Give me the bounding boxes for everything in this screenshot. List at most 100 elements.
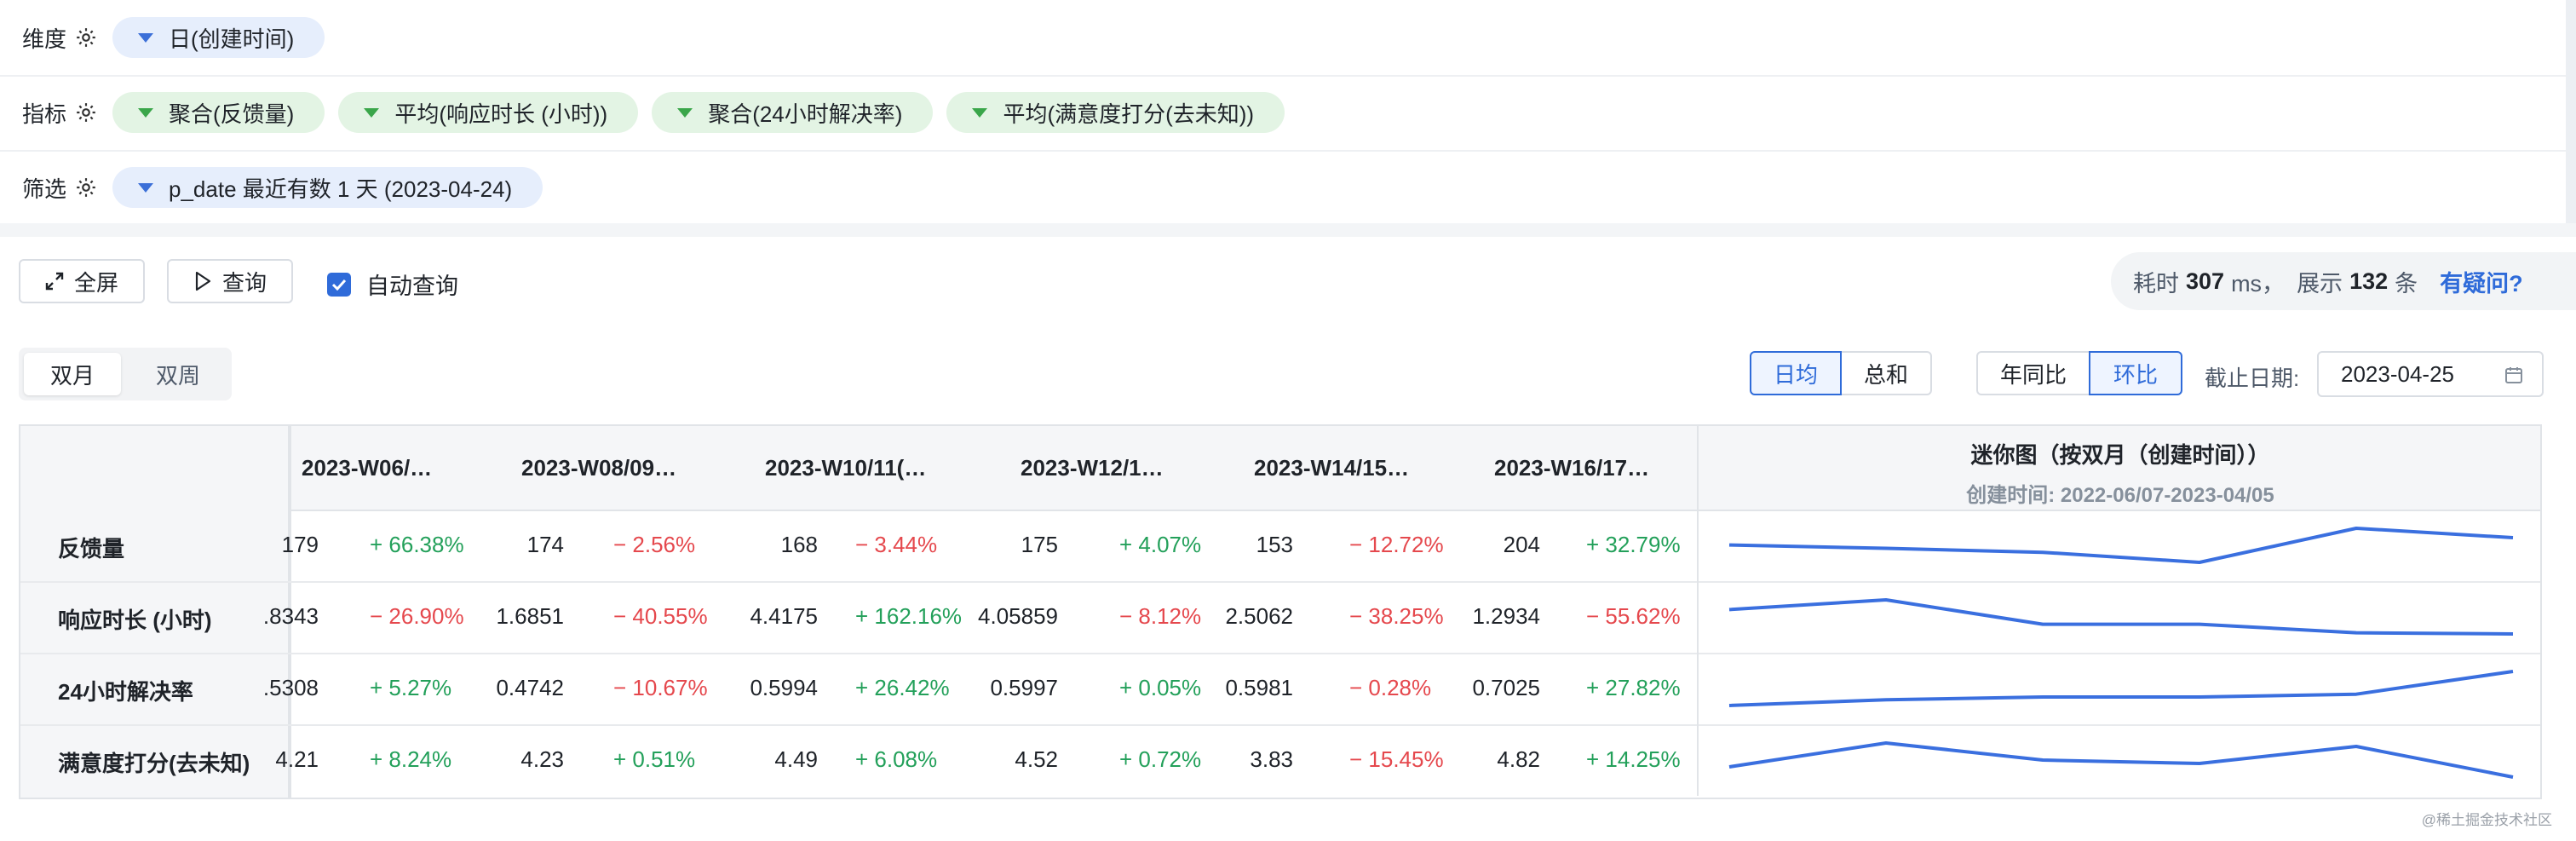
- caret-down-icon: [972, 107, 988, 118]
- fullscreen-button[interactable]: 全屏: [19, 259, 145, 303]
- cell-value: 175: [1021, 532, 1058, 557]
- cell-change: − 26.90%: [370, 603, 464, 629]
- metric-chip[interactable]: 聚合(反馈量): [112, 92, 325, 133]
- tab-bimonthly[interactable]: 双月: [24, 353, 121, 395]
- metrics-row: 指标 聚合(反馈量) 平均(响应时长 (小时)) 聚合(24小时解决率) 平均(…: [0, 75, 2566, 152]
- cell-change: − 0.28%: [1349, 675, 1432, 700]
- toggle-yoy[interactable]: 年同比: [1976, 351, 2090, 395]
- cell-value: 1.6851: [496, 603, 564, 629]
- column-header[interactable]: 2023-W16/17…: [1494, 455, 1649, 481]
- sparkline-range: 创建时间: 2022-06/07-2023-04/05: [1966, 484, 2274, 507]
- query-button[interactable]: 查询: [167, 259, 293, 303]
- cell-change: + 66.38%: [370, 532, 464, 557]
- auto-query-checkbox[interactable]: 自动查询: [327, 268, 458, 301]
- toggle-total[interactable]: 总和: [1840, 351, 1932, 395]
- metric-chip[interactable]: 聚合(24小时解决率): [652, 92, 934, 133]
- cell-change: + 0.72%: [1119, 746, 1202, 772]
- row-label: 满意度打分(去未知): [58, 751, 250, 776]
- vertical-scrollbar[interactable]: [2566, 0, 2576, 223]
- compare-toggle: 年同比 环比: [1976, 351, 2182, 395]
- sparkline-cell: [1697, 653, 2542, 724]
- row-label: 24小时解决率: [58, 679, 193, 705]
- sparkline-cell: [1697, 581, 2542, 653]
- metric-chip[interactable]: 平均(响应时长 (小时)): [338, 92, 639, 133]
- checkmark-icon: [327, 272, 351, 297]
- cell-change: − 8.12%: [1119, 603, 1202, 629]
- filter-label: 筛选: [22, 176, 67, 202]
- cell-change: + 32.79%: [1586, 532, 1681, 557]
- table-row: 24小时解决率 .5308 + 5.27% 0.4742 − 10.67% 0.5994 +…: [20, 653, 2540, 726]
- calendar-icon: [2505, 367, 2522, 383]
- cutoff-date-label: 截止日期:: [2205, 366, 2300, 391]
- cell-change: − 40.55%: [613, 603, 708, 629]
- cutoff-date-picker[interactable]: 2023-04-25: [2317, 351, 2544, 397]
- row-label: 反馈量: [58, 536, 125, 562]
- period-tabs: 双月 双周: [19, 348, 232, 400]
- avg-toggle: 日均 总和: [1750, 351, 1932, 395]
- metrics-label: 指标: [22, 101, 67, 127]
- cell-value: 4.05859: [978, 603, 1058, 629]
- tab-biweekly[interactable]: 双周: [129, 353, 227, 395]
- gear-icon[interactable]: [75, 101, 97, 124]
- cell-change: − 55.62%: [1586, 603, 1681, 629]
- table-row: 满意度打分(去未知) 4.21 + 8.24% 4.23 + 0.51% 4.49 + 6.…: [20, 724, 2540, 796]
- caret-down-icon: [677, 107, 693, 118]
- sparkline-header: 迷你图（按双月（创建时间）） 创建时间: 2022-06/07-2023-04/…: [1697, 426, 2542, 510]
- cell-value: 0.5981: [1225, 675, 1293, 700]
- row-label: 响应时长 (小时): [58, 608, 212, 633]
- section-divider: [0, 223, 2576, 237]
- filter-chip[interactable]: p_date 最近有数 1 天 (2023-04-24): [112, 167, 543, 208]
- cell-value: 4.23: [520, 746, 564, 772]
- column-header[interactable]: 2023-W10/11(…: [765, 455, 926, 481]
- cell-change: − 12.72%: [1349, 532, 1444, 557]
- column-header[interactable]: 2023-W06/…: [302, 455, 432, 481]
- cell-change: + 6.08%: [855, 746, 938, 772]
- caret-down-icon: [364, 107, 380, 118]
- cell-value: 0.4742: [496, 675, 564, 700]
- column-header[interactable]: 2023-W14/15…: [1254, 455, 1409, 481]
- cell-change: + 8.24%: [370, 746, 452, 772]
- cell-value: 179: [281, 532, 319, 557]
- dimension-label: 维度: [22, 26, 67, 52]
- column-header[interactable]: 2023-W08/09…: [521, 455, 676, 481]
- expand-icon: [45, 272, 64, 291]
- help-link[interactable]: 有疑问?: [2440, 265, 2523, 298]
- cell-value: 4.52: [1015, 746, 1058, 772]
- cell-value: 2.5062: [1225, 603, 1293, 629]
- gear-icon[interactable]: [75, 176, 97, 199]
- sparkline-cell: [1697, 510, 2542, 581]
- cell-value: 3.83: [1250, 746, 1293, 772]
- column-header[interactable]: 2023-W12/1…: [1021, 455, 1164, 481]
- dimension-chip[interactable]: 日(创建时间): [112, 17, 325, 58]
- filter-row: 筛选 p_date 最近有数 1 天 (2023-04-24): [0, 150, 2566, 227]
- cell-value: 0.5994: [750, 675, 818, 700]
- cell-value: 1.2934: [1472, 603, 1540, 629]
- cell-change: + 14.25%: [1586, 746, 1681, 772]
- toggle-daily-avg[interactable]: 日均: [1750, 351, 1842, 395]
- watermark-text: @稀土掘金技术社区: [2421, 812, 2552, 828]
- cell-change: + 26.42%: [855, 675, 950, 700]
- cell-value: 0.5997: [990, 675, 1058, 700]
- cell-value: 4.21: [275, 746, 319, 772]
- query-info: 耗时 307 ms， 展示 132 条 有疑问?: [2111, 252, 2576, 310]
- metric-chip[interactable]: 平均(满意度打分(去未知)): [946, 92, 1285, 133]
- table-row: 响应时长 (小时) .8343 − 26.90% 1.6851 − 40.55% 4.41…: [20, 581, 2540, 654]
- cell-value: 0.7025: [1472, 675, 1540, 700]
- caret-down-icon: [138, 32, 153, 43]
- toggle-mom[interactable]: 环比: [2089, 351, 2182, 395]
- cell-change: + 0.05%: [1119, 675, 1202, 700]
- cell-change: − 10.67%: [613, 675, 708, 700]
- cell-change: + 5.27%: [370, 675, 452, 700]
- cell-value: 4.82: [1497, 746, 1540, 772]
- cell-change: + 4.07%: [1119, 532, 1202, 557]
- cell-value: .8343: [262, 603, 319, 629]
- caret-down-icon: [138, 107, 153, 118]
- table-header: 2023-W06/… 2023-W08/09… 2023-W10/11(… 20…: [20, 426, 2540, 511]
- cell-change: + 0.51%: [613, 746, 696, 772]
- cell-change: − 2.56%: [613, 532, 696, 557]
- cell-change: + 27.82%: [1586, 675, 1681, 700]
- cell-change: − 38.25%: [1349, 603, 1444, 629]
- gear-icon[interactable]: [75, 26, 97, 49]
- cell-value: 153: [1256, 532, 1293, 557]
- caret-down-icon: [138, 182, 153, 193]
